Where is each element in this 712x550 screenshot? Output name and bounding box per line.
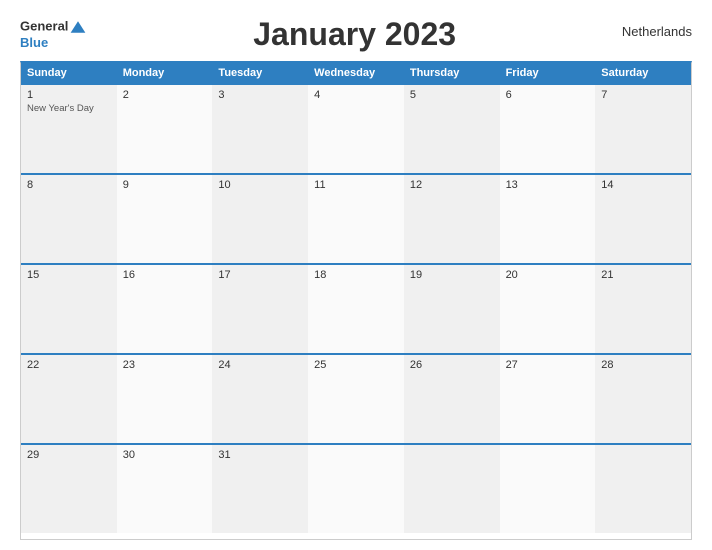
day-cell-1-5: 13 <box>500 175 596 263</box>
day-number: 20 <box>506 269 590 281</box>
calendar-grid: Sunday Monday Tuesday Wednesday Thursday… <box>20 61 692 540</box>
day-number: 12 <box>410 179 494 191</box>
day-cell-3-5: 27 <box>500 355 596 443</box>
day-number: 31 <box>218 449 302 461</box>
day-cell-1-3: 11 <box>308 175 404 263</box>
day-number: 23 <box>123 359 207 371</box>
day-cell-3-4: 26 <box>404 355 500 443</box>
day-cell-2-1: 16 <box>117 265 213 353</box>
day-cell-2-2: 17 <box>212 265 308 353</box>
day-cell-4-0: 29 <box>21 445 117 533</box>
logo-text: General <box>20 18 87 36</box>
calendar-body: 1New Year's Day2345678910111213141516171… <box>21 83 691 533</box>
day-number: 4 <box>314 89 398 101</box>
day-cell-3-6: 28 <box>595 355 691 443</box>
day-number: 10 <box>218 179 302 191</box>
header-wednesday: Wednesday <box>308 63 404 83</box>
day-number: 19 <box>410 269 494 281</box>
day-number: 5 <box>410 89 494 101</box>
day-number: 3 <box>218 89 302 101</box>
day-cell-0-6: 7 <box>595 85 691 173</box>
day-number: 22 <box>27 359 111 371</box>
day-cell-3-3: 25 <box>308 355 404 443</box>
day-cell-4-2: 31 <box>212 445 308 533</box>
day-number: 15 <box>27 269 111 281</box>
day-number: 24 <box>218 359 302 371</box>
day-cell-4-1: 30 <box>117 445 213 533</box>
day-cell-2-6: 21 <box>595 265 691 353</box>
logo-blue-text: Blue <box>20 36 87 51</box>
day-cell-2-3: 18 <box>308 265 404 353</box>
day-cell-0-0: 1 New Year's Day <box>21 85 117 173</box>
day-cell-3-2: 24 <box>212 355 308 443</box>
day-number: 28 <box>601 359 685 371</box>
day-cell-0-3: 4 <box>308 85 404 173</box>
day-cell-1-6: 14 <box>595 175 691 263</box>
day-cell-0-5: 6 <box>500 85 596 173</box>
country-label: Netherlands <box>622 24 692 39</box>
day-cell-2-5: 20 <box>500 265 596 353</box>
day-number: 16 <box>123 269 207 281</box>
day-cell-3-0: 22 <box>21 355 117 443</box>
week-row-3: 15 16 17 18 19 20 21 <box>21 263 691 353</box>
day-number: 7 <box>601 89 685 101</box>
day-number: 13 <box>506 179 590 191</box>
day-number: 2 <box>123 89 207 101</box>
logo-triangle-icon <box>69 18 87 36</box>
day-number: 14 <box>601 179 685 191</box>
header-friday: Friday <box>500 63 596 83</box>
week-row-2: 89 10 11 12 13 14 <box>21 173 691 263</box>
day-number: 29 <box>27 449 111 461</box>
day-number: 18 <box>314 269 398 281</box>
day-cell-1-1: 9 <box>117 175 213 263</box>
day-cell-2-0: 15 <box>21 265 117 353</box>
day-cell-1-4: 12 <box>404 175 500 263</box>
day-number: 11 <box>314 179 398 191</box>
month-title: January 2023 <box>87 16 621 53</box>
day-cell-0-2: 3 <box>212 85 308 173</box>
header-tuesday: Tuesday <box>212 63 308 83</box>
week-row-1: 1 New Year's Day 234567 <box>21 83 691 173</box>
header-thursday: Thursday <box>404 63 500 83</box>
day-number: 9 <box>123 179 207 191</box>
day-cell-2-4: 19 <box>404 265 500 353</box>
day-number: 8 <box>27 179 111 191</box>
header-saturday: Saturday <box>595 63 691 83</box>
header-sunday: Sunday <box>21 63 117 83</box>
day-cell-4-5 <box>500 445 596 533</box>
day-cell-4-3 <box>308 445 404 533</box>
day-number: 21 <box>601 269 685 281</box>
day-cell-1-0: 8 <box>21 175 117 263</box>
week-row-4: 22 23 24 25 26 27 28 <box>21 353 691 443</box>
day-cell-0-4: 5 <box>404 85 500 173</box>
week-row-5: 29 30 31 <box>21 443 691 533</box>
logo: General Blue <box>20 18 87 51</box>
day-number: 26 <box>410 359 494 371</box>
day-number: 6 <box>506 89 590 101</box>
day-cell-0-1: 2 <box>117 85 213 173</box>
header-monday: Monday <box>117 63 213 83</box>
day-number: 30 <box>123 449 207 461</box>
day-number: 25 <box>314 359 398 371</box>
holiday-label: New Year's Day <box>27 103 111 114</box>
day-number: 1 <box>27 89 111 101</box>
day-cell-1-2: 10 <box>212 175 308 263</box>
day-cell-4-6 <box>595 445 691 533</box>
day-cell-3-1: 23 <box>117 355 213 443</box>
calendar-page: General Blue January 2023 Netherlands Su… <box>0 0 712 550</box>
day-cell-4-4 <box>404 445 500 533</box>
day-number: 27 <box>506 359 590 371</box>
day-number: 17 <box>218 269 302 281</box>
page-header: General Blue January 2023 Netherlands <box>20 18 692 53</box>
calendar-header-row: Sunday Monday Tuesday Wednesday Thursday… <box>21 63 691 83</box>
